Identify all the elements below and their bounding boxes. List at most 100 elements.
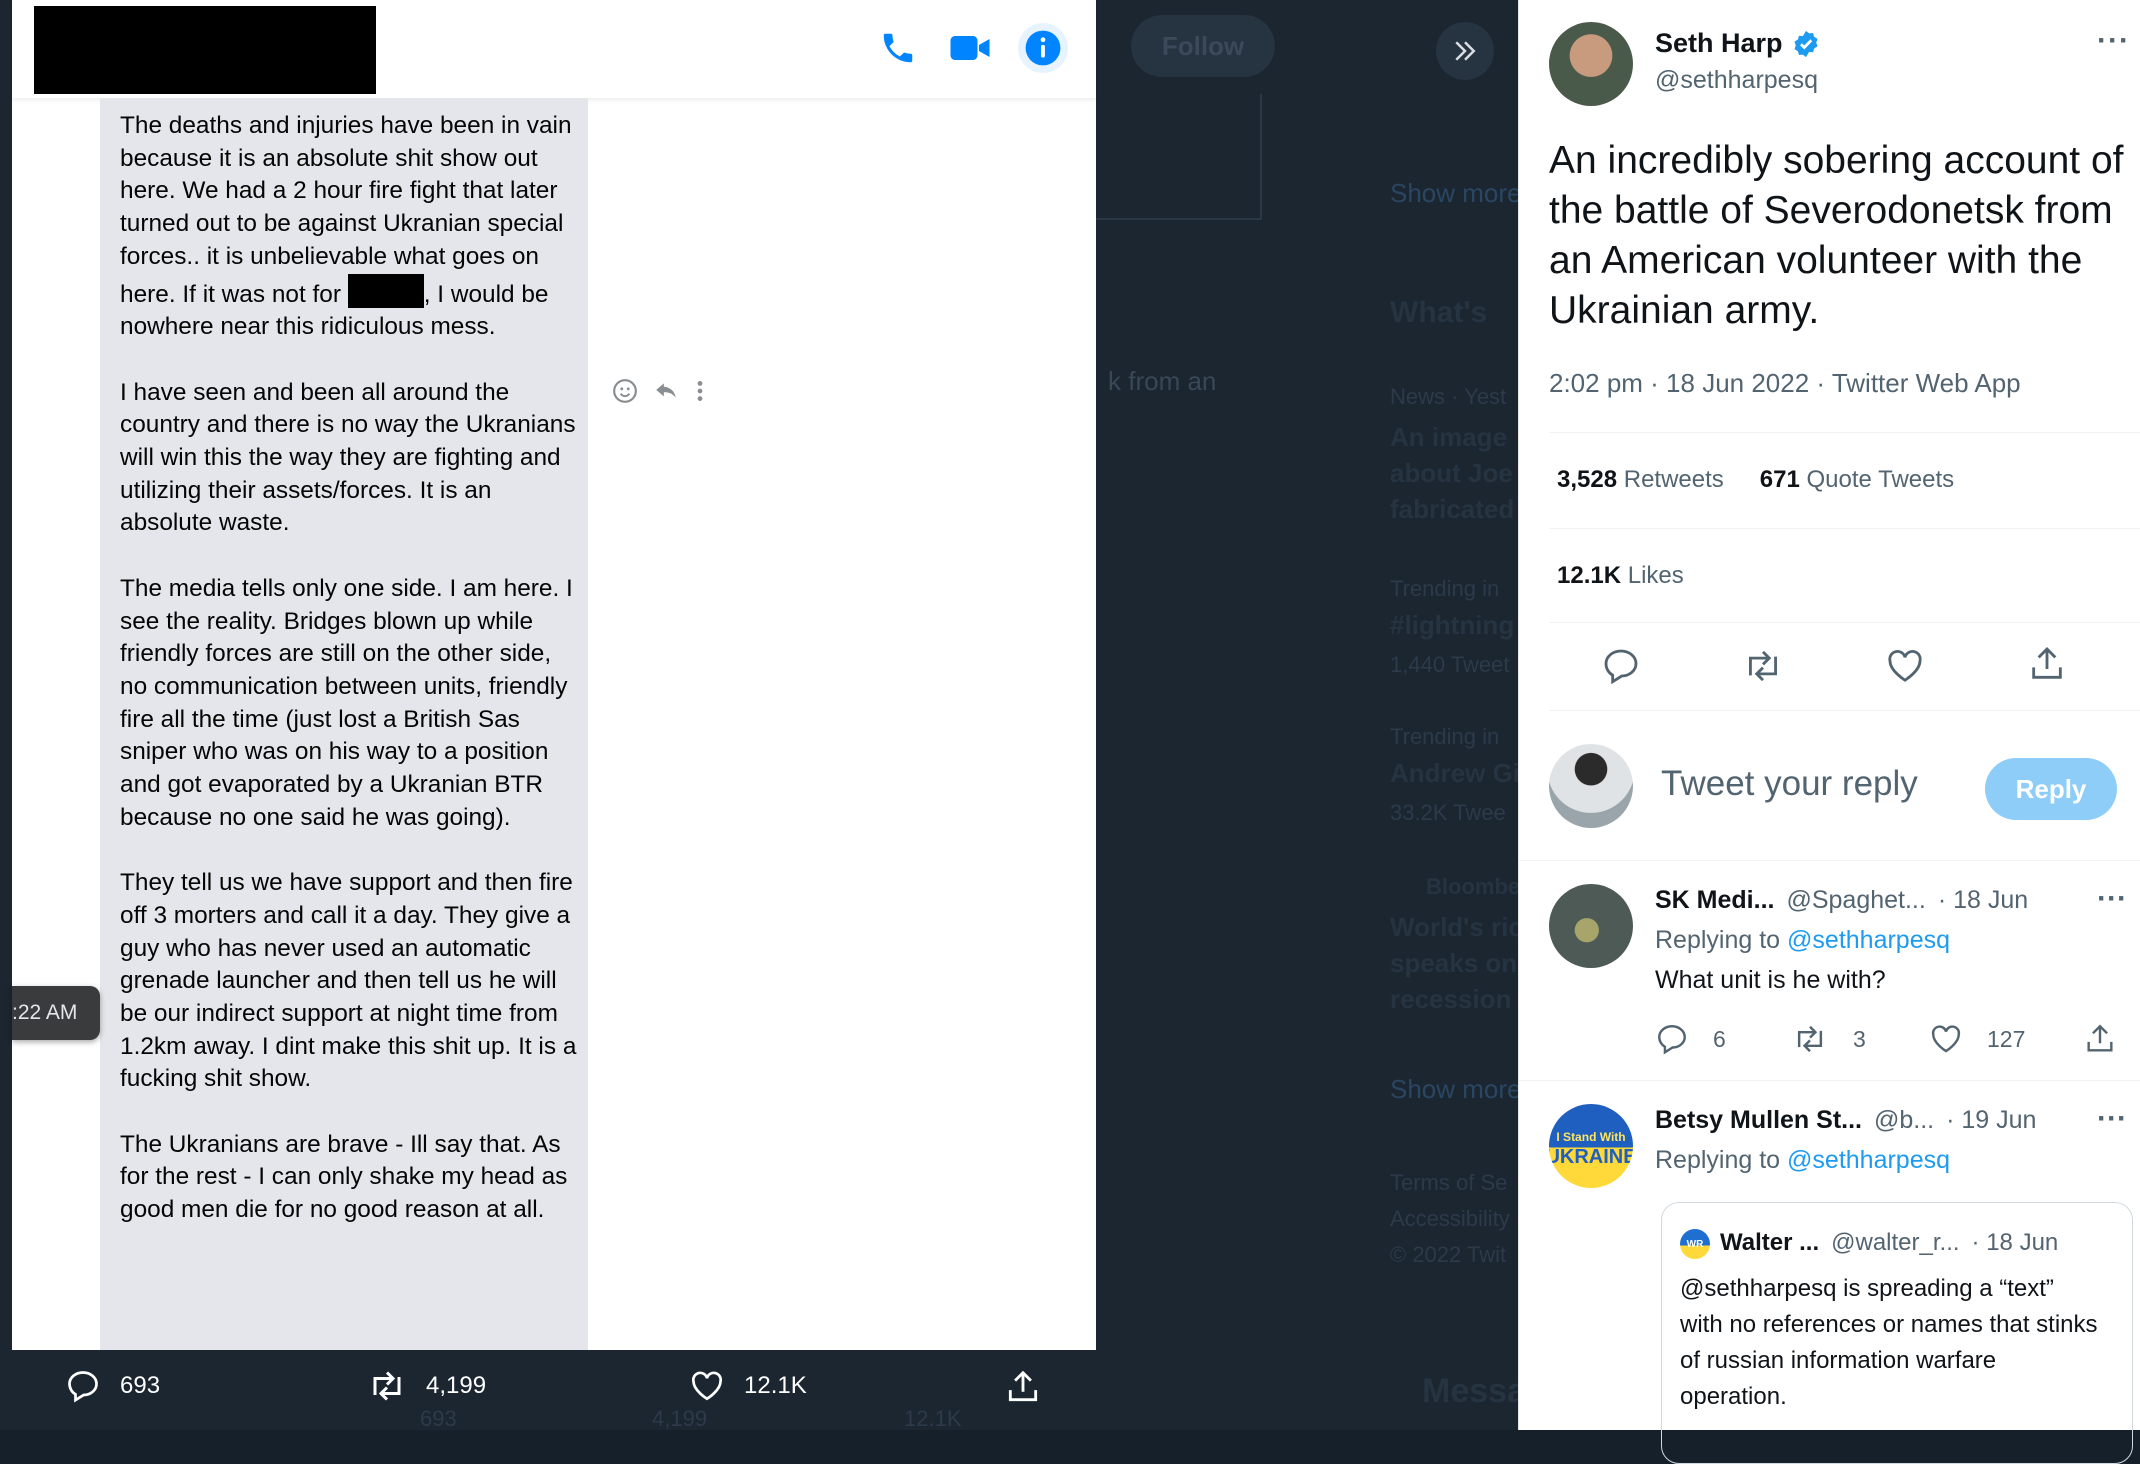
redacted-contact-name (34, 6, 376, 94)
quoted-avatar: WR (1680, 1229, 1710, 1259)
ghost-show-more[interactable]: Show more (1390, 1074, 1522, 1105)
reply-count: 693 (120, 1372, 161, 1399)
like-count: 127 (1987, 1025, 2026, 1052)
heart-icon (691, 1371, 723, 1401)
reply-author-name[interactable]: Betsy Mullen St... (1655, 1106, 1862, 1135)
quoted-text: @sethharpesq is spreading a “text” with … (1680, 1275, 2098, 1410)
more-options-icon[interactable]: ··· (2097, 1102, 2127, 1136)
messenger-screenshot: The deaths and injuries have been in vai… (12, 0, 1096, 1350)
replying-to-handle[interactable]: @sethharpesq (1787, 926, 1950, 954)
author-name: Seth Harp (1655, 28, 1783, 58)
author-avatar[interactable] (1549, 22, 1633, 106)
quoted-tweet-card[interactable]: WR Walter ... @walter_r... · 18 Jun @set… (1661, 1202, 2133, 1464)
ghost-messages[interactable]: Messa (1422, 1372, 1526, 1411)
heart-icon[interactable] (1885, 646, 1925, 686)
engagement-stats: 3,528 Retweets 671 Quote Tweets (1557, 466, 1954, 494)
reply-action[interactable]: 6 (1655, 1022, 1726, 1056)
phone-icon[interactable] (876, 26, 920, 70)
retweet-icon[interactable] (1741, 646, 1785, 686)
screenshot-retweet-action[interactable]: 4,199 (366, 1368, 486, 1404)
ghost-bloomberg-line: recession (1390, 984, 1512, 1014)
ghost-trend-tag[interactable]: #lightning (1390, 610, 1514, 641)
author-handle[interactable]: @sethharpesq (1655, 66, 1818, 95)
replying-to-handle[interactable]: @sethharpesq (1787, 1146, 1950, 1174)
more-options-icon[interactable]: ··· (2097, 882, 2127, 916)
react-emoji-icon[interactable] (612, 378, 638, 404)
reply-arrow-icon[interactable] (652, 378, 680, 404)
likes-count: 12.1K (1557, 562, 1622, 589)
ghost-footer-link[interactable]: Accessibility (1390, 1206, 1510, 1232)
ghost-trend-count: 33.2K Twee (1390, 800, 1506, 825)
reply-author-handle[interactable]: @b... (1874, 1106, 1934, 1135)
likes-stat[interactable]: 12.1K Likes (1557, 562, 1684, 590)
reply-avatar[interactable]: I Stand With UKRAINE (1549, 1104, 1633, 1188)
conversation-header (12, 0, 1096, 98)
reply-author-name[interactable]: SK Medi... (1655, 886, 1774, 915)
reply-icon[interactable] (1601, 646, 1641, 686)
quoted-author-handle: @walter_r... (1831, 1229, 1960, 1256)
reply-header: Betsy Mullen St... @b... · 19 Jun (1655, 1106, 2036, 1135)
ghost-trend-count: 1,440 Tweet (1390, 652, 1510, 677)
message-actions (612, 376, 722, 406)
share-icon (1008, 1370, 1038, 1402)
like-action[interactable]: 127 (1929, 1022, 2025, 1056)
reply-author-handle[interactable]: @Spaghet... (1786, 886, 1925, 915)
message-text-segment: The deaths and injuries have been in vai… (120, 112, 572, 308)
screenshot-reply-action[interactable]: 693 (64, 1368, 160, 1404)
tweet-meta[interactable]: 2:02 pm · 18 Jun 2022 · Twitter Web App (1549, 368, 2021, 399)
author-name-row[interactable]: Seth Harp (1655, 28, 1821, 59)
ghost-news-line: about Joe (1390, 458, 1513, 488)
retweets-label: Retweets (1623, 466, 1724, 493)
ghost-footer-link[interactable]: Terms of Se (1390, 1170, 1507, 1196)
retweets-stat[interactable]: 3,528 Retweets (1557, 466, 1724, 494)
ghost-footer-link: © 2022 Twit (1390, 1242, 1507, 1267)
ghost-trend-tag[interactable]: Andrew Gi (1390, 758, 1520, 789)
divider (1549, 710, 2140, 711)
replying-to-prefix: Replying to (1655, 926, 1781, 954)
more-options-icon[interactable]: ··· (2097, 24, 2130, 58)
reply-date[interactable]: · 18 Jun (1938, 886, 2028, 915)
screenshot-like-action[interactable]: 12.1K (688, 1368, 807, 1404)
share-icon[interactable] (2083, 1022, 2117, 1056)
ghost-trend-meta: Trending in (1390, 724, 1500, 749)
redacted-word (347, 273, 424, 308)
quote-tweets-stat[interactable]: 671 Quote Tweets (1760, 466, 1954, 494)
ghost-news-line: fabricated (1390, 494, 1515, 524)
reply-date[interactable]: · 19 Jun (1946, 1106, 2036, 1135)
retweet-action[interactable]: 3 (1791, 1022, 1866, 1056)
user-avatar[interactable] (1549, 744, 1633, 828)
video-call-icon[interactable] (948, 26, 992, 70)
divider (1549, 622, 2140, 623)
tweet-text: An incredibly sobering account of the ba… (1549, 139, 2124, 332)
reply-input[interactable]: Tweet your reply (1661, 764, 1918, 804)
quoted-date: · 18 Jun (1971, 1229, 2059, 1256)
retweets-count: 3,528 (1557, 466, 1618, 493)
ghost-show-more[interactable]: Show more (1390, 178, 1522, 209)
divider (1549, 528, 2140, 529)
message-paragraph: I have seen and been all around the coun… (120, 378, 576, 537)
reply-header: SK Medi... @Spaghet... · 18 Jun (1655, 886, 2028, 915)
collapse-panel-button[interactable] (1436, 22, 1494, 80)
follow-button[interactable]: Follow (1131, 15, 1275, 77)
screenshot-share-action[interactable] (1004, 1368, 1042, 1406)
divider (1519, 860, 2140, 861)
reply-icon (1658, 1025, 1686, 1055)
reply-text: What unit is he with? (1655, 966, 1886, 994)
message-timestamp: :22 AM (12, 1001, 78, 1024)
more-vertical-icon[interactable] (694, 378, 706, 404)
ghost-snippet: k from an (1108, 366, 1217, 396)
tweet-detail-panel: Seth Harp @sethharpesq ··· An incredibly… (1518, 0, 2140, 1464)
message-paragraph: The Ukranians are brave - Ill say that. … (120, 1130, 568, 1224)
retweet-count: 4,199 (426, 1372, 487, 1399)
heart-icon (1931, 1025, 1961, 1053)
info-icon[interactable] (1018, 23, 1068, 73)
share-icon[interactable] (2027, 644, 2067, 684)
ghost-stat: 12.1K (904, 1406, 962, 1431)
reply-button[interactable]: Reply (1985, 758, 2117, 820)
reply-avatar[interactable] (1549, 884, 1633, 968)
quote-tweets-count: 671 (1759, 466, 1800, 493)
like-count: 12.1K (744, 1372, 807, 1399)
avatar-text: UKRAINE (1549, 1146, 1633, 1168)
quoted-author-name: Walter ... (1720, 1229, 1820, 1256)
ghost-news-meta: News · Yest (1390, 384, 1507, 409)
